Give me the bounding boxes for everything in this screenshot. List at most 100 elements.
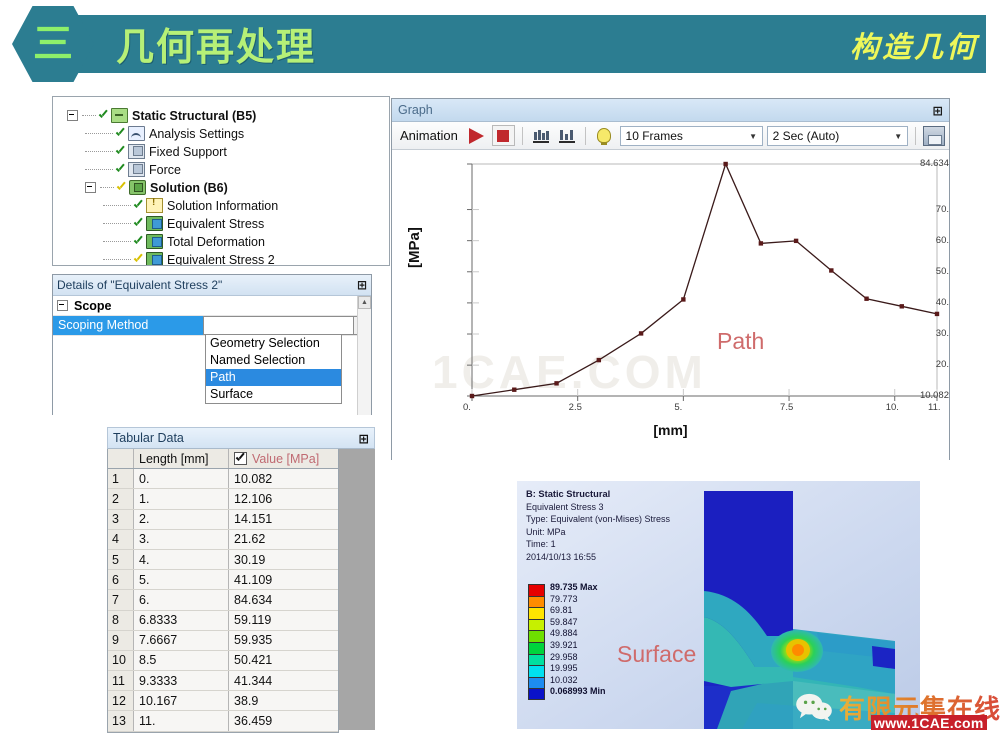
table-cell-value[interactable]: 50.421 (229, 650, 338, 671)
scoping-method-combobox[interactable]: ▼ (203, 316, 371, 335)
legend-value: 79.773 (550, 593, 578, 604)
distribute-bars-icon[interactable] (530, 125, 552, 146)
table-row[interactable]: 4 3. 21.62 (108, 529, 338, 550)
lightbulb-icon[interactable] (593, 125, 615, 146)
scoping-method-label: Scoping Method (53, 316, 203, 335)
table-cell-length[interactable]: 3. (134, 529, 229, 549)
frames-select[interactable]: 10 Frames ▼ (619, 125, 763, 146)
table-cell-value[interactable]: 59.119 (229, 610, 338, 630)
tree-item-fixed-support[interactable]: Fixed Support (53, 143, 389, 160)
table-row[interactable]: 7 6. 84.634 (108, 590, 338, 611)
table-cell-length[interactable]: 1. (134, 489, 229, 509)
dropdown-option-surface[interactable]: Surface (206, 386, 341, 403)
table-cell-value[interactable]: 14.151 (229, 509, 338, 529)
tabular-data-grid[interactable]: Length [mm] Value [MPa] 1 0. 10.082 2 1. 12.106… (107, 449, 339, 733)
table-row[interactable]: 13 11. 36.459 (108, 711, 338, 732)
check-icon (133, 236, 144, 247)
table-cell-length[interactable]: 8.5 (134, 650, 229, 671)
table-header-length[interactable]: Length [mm] (134, 449, 229, 469)
chevron-down-icon[interactable]: ▼ (747, 130, 760, 143)
table-row[interactable]: 3 2. 14.151 (108, 509, 338, 530)
graph-plot-area[interactable]: 1CAE.COM [MPa] [mm] Path 10.082 20. 30. 40.… (392, 150, 949, 461)
dropdown-option-path[interactable]: Path (206, 369, 341, 386)
table-row[interactable]: 9 7.6667 59.935 (108, 630, 338, 651)
page-subtitle: 构造几何 (849, 30, 978, 64)
scoping-method-dropdown-list[interactable]: Geometry Selection Named Selection Path Sur… (205, 334, 342, 404)
details-group-label: Scope (74, 298, 112, 313)
tree-item-force[interactable]: Force (53, 161, 389, 178)
toolbar-separator (521, 126, 523, 145)
outline-tree-panel[interactable]: Static Structural (B5) Analysis Settings F… (52, 96, 390, 266)
expander-icon[interactable] (67, 110, 78, 121)
table-cell-value[interactable]: 21.62 (229, 529, 338, 549)
table-cell-value[interactable]: 30.19 (229, 549, 338, 570)
table-cell-length[interactable]: 2. (134, 509, 229, 529)
table-cell-index: 3 (108, 509, 134, 529)
table-cell-length[interactable]: 7.6667 (134, 630, 229, 650)
check-icon (133, 200, 144, 211)
check-icon (98, 110, 109, 121)
tree-item-solution-b6[interactable]: Solution (B6) (53, 179, 389, 196)
table-cell-value[interactable]: 41.109 (229, 570, 338, 590)
pin-icon[interactable]: ⊞ (357, 278, 367, 292)
pending-check-icon (133, 254, 144, 265)
table-cell-index: 12 (108, 691, 134, 711)
table-cell-value[interactable]: 10.082 (229, 469, 338, 489)
tree-item-equivalent-stress-2[interactable]: Equivalent Stress 2 (53, 251, 389, 265)
details-group-scope[interactable]: Scope (53, 296, 371, 316)
table-row[interactable]: 2 1. 12.106 (108, 489, 338, 510)
table-row[interactable]: 6 5. 41.109 (108, 570, 338, 591)
table-cell-value[interactable]: 12.106 (229, 489, 338, 509)
export-video-icon[interactable] (922, 125, 945, 146)
check-icon (115, 164, 126, 175)
dropdown-option-named-selection[interactable]: Named Selection (206, 352, 341, 369)
table-row[interactable]: 12 10.167 38.9 (108, 691, 338, 712)
scroll-up-icon[interactable]: ▲ (358, 296, 371, 309)
table-cell-length[interactable]: 6. (134, 590, 229, 610)
table-row[interactable]: 1 0. 10.082 (108, 469, 338, 490)
table-cell-value[interactable]: 38.9 (229, 691, 338, 711)
table-row[interactable]: 11 9.3333 41.344 (108, 671, 338, 692)
table-cell-value[interactable]: 36.459 (229, 711, 338, 731)
color-bar-swatch (528, 584, 545, 596)
table-row[interactable]: 10 8.5 50.421 (108, 650, 338, 672)
play-icon[interactable] (466, 125, 488, 146)
table-cell-length[interactable]: 10.167 (134, 691, 229, 711)
distribute-bars-alt-icon[interactable] (556, 125, 578, 146)
table-cell-length[interactable]: 11. (134, 711, 229, 731)
table-cell-value[interactable]: 41.344 (229, 671, 338, 691)
tree-item-solution-information[interactable]: Solution Information (53, 197, 389, 214)
table-cell-value[interactable]: 59.935 (229, 630, 338, 650)
tree-connector (85, 132, 113, 135)
graph-toolbar: Animation 10 Frames ▼ 2 Sec (Auto) ▼ (392, 122, 949, 150)
dropdown-option-geometry-selection[interactable]: Geometry Selection (206, 335, 341, 352)
graph-panel-title: Graph (398, 103, 433, 117)
details-scrollbar[interactable]: ▲ (357, 296, 371, 415)
tree-item-static-structural-b5[interactable]: Static Structural (B5) (53, 107, 389, 124)
table-cell-length[interactable]: 4. (134, 549, 229, 570)
table-cell-length[interactable]: 9.3333 (134, 671, 229, 691)
value-column-checkbox[interactable] (234, 452, 247, 466)
table-cell-index: 13 (108, 711, 134, 731)
contour-header-line4: Unit: MPa (526, 526, 566, 537)
table-header-value[interactable]: Value [MPa] (229, 449, 338, 469)
collapse-icon[interactable] (57, 300, 68, 311)
duration-select[interactable]: 2 Sec (Auto) ▼ (766, 125, 908, 146)
contour-header-line1: B: Static Structural (526, 489, 611, 499)
expander-icon[interactable] (85, 182, 96, 193)
stop-icon[interactable] (492, 125, 515, 146)
table-cell-length[interactable]: 0. (134, 469, 229, 489)
table-row[interactable]: 8 6.8333 59.119 (108, 610, 338, 631)
tree-item-label: Total Deformation (167, 234, 265, 249)
pin-icon[interactable]: ⊞ (359, 431, 369, 446)
table-cell-index: 5 (108, 549, 134, 570)
table-row[interactable]: 5 4. 30.19 (108, 549, 338, 571)
table-cell-value[interactable]: 84.634 (229, 590, 338, 610)
table-cell-length[interactable]: 6.8333 (134, 610, 229, 630)
table-cell-length[interactable]: 5. (134, 570, 229, 590)
pin-icon[interactable]: ⊞ (933, 103, 943, 118)
tree-item-equivalent-stress[interactable]: Equivalent Stress (53, 215, 389, 232)
chevron-down-icon[interactable]: ▼ (892, 130, 905, 143)
tree-item-total-deformation[interactable]: Total Deformation (53, 233, 389, 250)
tree-item-analysis-settings[interactable]: Analysis Settings (53, 125, 389, 142)
